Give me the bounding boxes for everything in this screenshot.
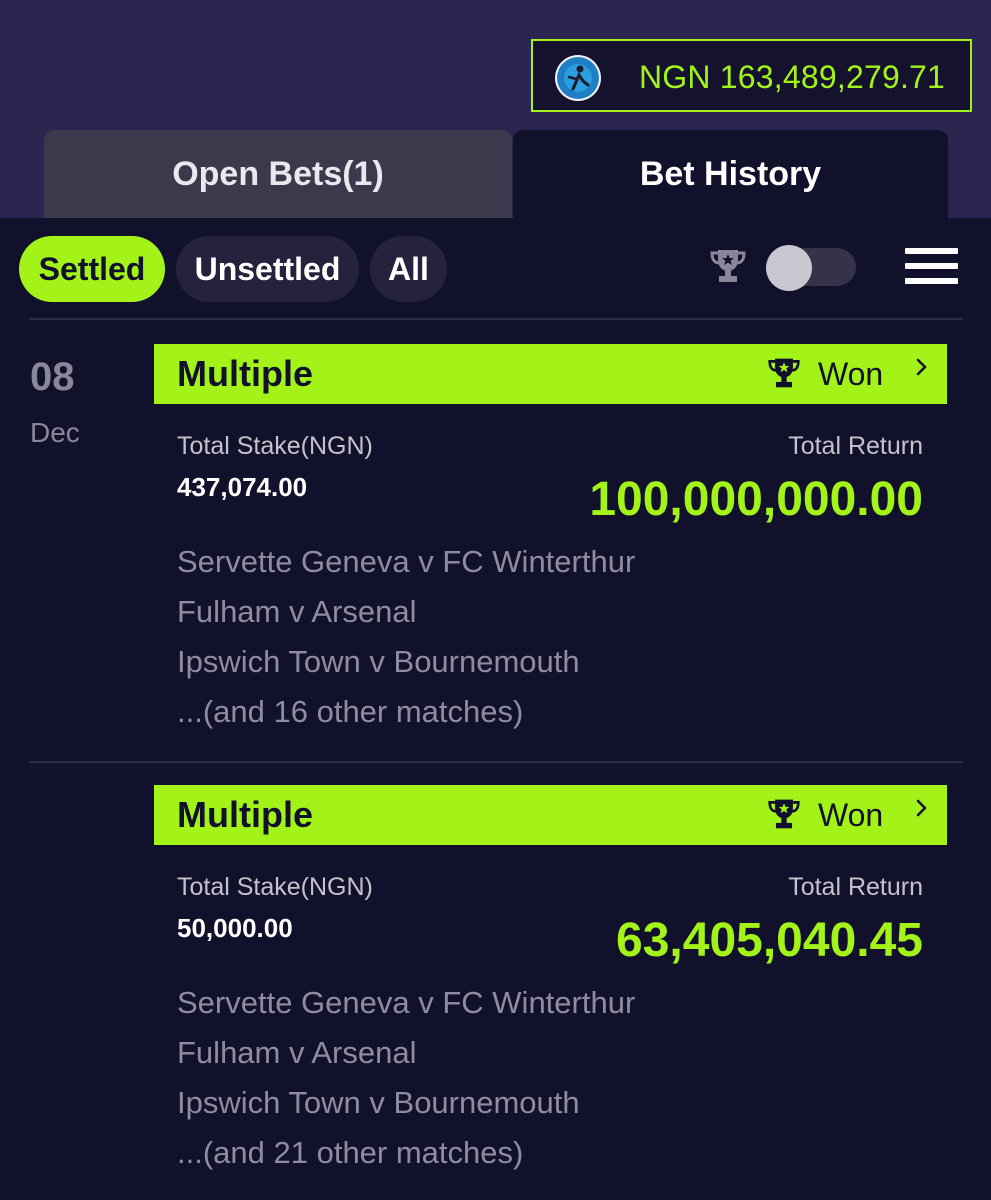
- bet-type: Multiple: [177, 353, 313, 394]
- tab-open-bets[interactable]: Open Bets(1): [44, 130, 512, 218]
- bet-card-header[interactable]: Multiple Won: [154, 344, 947, 404]
- stake-label: Total Stake(NGN): [177, 873, 373, 901]
- trophy-icon: [708, 246, 748, 286]
- filter-settled-button[interactable]: Settled: [19, 236, 165, 302]
- divider: [29, 318, 963, 320]
- return-label: Total Return: [788, 432, 923, 460]
- bet-type: Multiple: [177, 794, 313, 835]
- trophy-icon: [766, 797, 802, 831]
- header: NGN 163,489,279.71 Open Bets(1) Bet Hist…: [0, 0, 991, 218]
- filter-unsettled-button[interactable]: Unsettled: [176, 236, 359, 302]
- match-item: Servette Geneva v FC Winterthur: [177, 985, 636, 1020]
- chevron-right-icon[interactable]: [914, 354, 930, 380]
- more-matches-text: ...(and 16 other matches): [177, 694, 524, 729]
- bet-card[interactable]: Multiple Won Total Stake(NGN) 437,074.00…: [154, 344, 947, 744]
- match-list: Servette Geneva v FC Winterthur Fulham v…: [177, 542, 635, 742]
- match-item: Ipswich Town v Bournemouth: [177, 1085, 580, 1120]
- chevron-right-icon[interactable]: [914, 795, 930, 821]
- bet-card[interactable]: Multiple Won Total Stake(NGN) 50,000.00 …: [154, 785, 947, 1195]
- balance-button[interactable]: NGN 163,489,279.71: [531, 39, 972, 112]
- trophy-icon: [766, 356, 802, 390]
- date-day: 08: [30, 355, 75, 399]
- menu-icon[interactable]: [905, 246, 958, 286]
- date-month: Dec: [30, 417, 80, 448]
- match-list: Servette Geneva v FC Winterthur Fulham v…: [177, 983, 635, 1183]
- tab-bet-history[interactable]: Bet History: [513, 130, 948, 218]
- bet-status: Won: [818, 797, 884, 833]
- return-value: 63,405,040.45: [616, 914, 923, 967]
- return-label: Total Return: [788, 873, 923, 901]
- bet-card-header[interactable]: Multiple Won: [154, 785, 947, 845]
- match-item: Servette Geneva v FC Winterthur: [177, 544, 636, 579]
- balance-amount: NGN 163,489,279.71: [639, 59, 946, 95]
- filter-bar: Settled Unsettled All: [0, 218, 991, 318]
- toggle-knob: [766, 245, 812, 291]
- user-avatar-icon: [555, 55, 601, 101]
- bet-status: Won: [818, 356, 884, 392]
- filter-all-button[interactable]: All: [370, 236, 447, 302]
- stake-label: Total Stake(NGN): [177, 432, 373, 460]
- return-value: 100,000,000.00: [589, 473, 923, 526]
- match-item: Fulham v Arsenal: [177, 594, 417, 629]
- divider: [29, 761, 963, 763]
- won-only-toggle[interactable]: [766, 245, 856, 291]
- more-matches-text: ...(and 21 other matches): [177, 1135, 524, 1170]
- match-item: Ipswich Town v Bournemouth: [177, 644, 580, 679]
- stake-value: 437,074.00: [177, 472, 308, 502]
- match-item: Fulham v Arsenal: [177, 1035, 417, 1070]
- stake-value: 50,000.00: [177, 913, 293, 943]
